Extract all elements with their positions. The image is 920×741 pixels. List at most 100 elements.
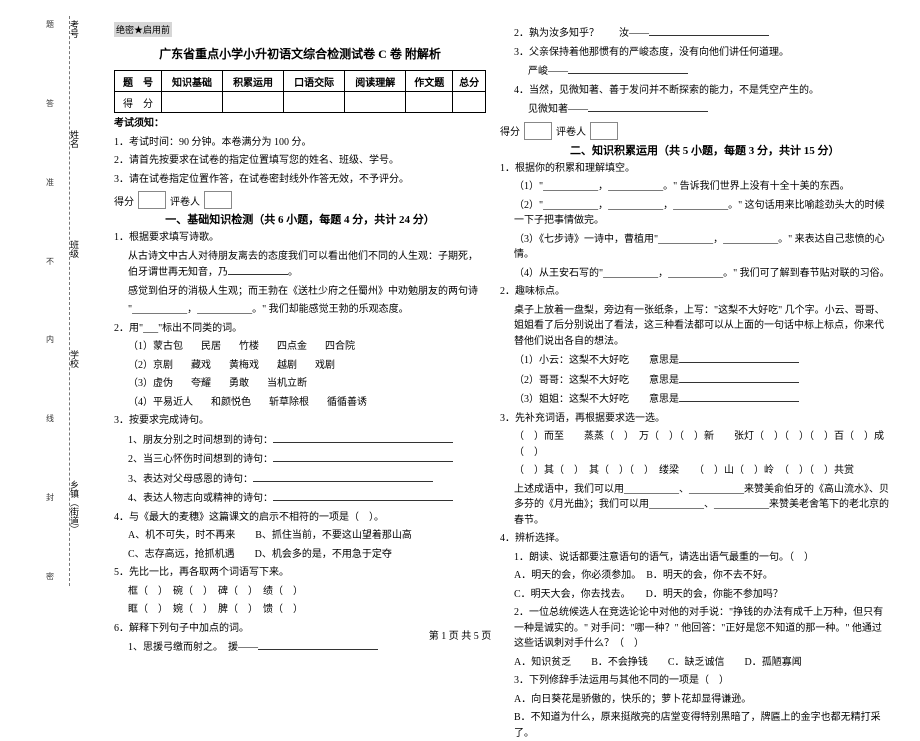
q3-row: 3、表达对父母感恩的诗句： — [114, 471, 486, 488]
instructions: 考试须知： 1．考试时间：90 分钟。本卷满分为 100 分。 2．请首先按要求… — [114, 116, 486, 187]
binding-notes: 题 答 准 不 内 线 封 密 — [32, 20, 68, 580]
q1-text: 从古诗文中古人对待朋友离去的态度我们可以看出他们不同的人生观：子期死，伯牙谓世再… — [114, 249, 486, 281]
p2q2-row: （2）哥哥：这梨不大好吃 意思是 — [500, 372, 890, 389]
field-class: 班级 — [68, 240, 81, 258]
instr-item: 1．考试时间：90 分钟。本卷满分为 100 分。 — [114, 135, 486, 151]
field-exam-id: 考号 — [68, 20, 81, 38]
blank[interactable] — [273, 490, 453, 501]
p2q4-row: A．明天的会，你必须参加。 B．明天的会，你不去不好。 — [500, 568, 890, 584]
th: 作文题 — [406, 71, 453, 92]
p2q1-row: （3）《七步诗》一诗中，曹植用"___________，___________。… — [500, 232, 890, 263]
mark-score: 得分 — [500, 123, 520, 138]
q4: 4．与《最大的麦穗》这篇课文的启示不相符的一项是（ ）。 — [114, 510, 486, 526]
mark-box[interactable] — [524, 122, 552, 140]
q4-opt: A、机不可失，时不再来 B、抓住当前，不要这山望着那山高 — [114, 528, 486, 544]
secret-tag: 绝密★启用前 — [114, 22, 172, 37]
note: 不 — [45, 257, 56, 265]
note: 题 — [45, 20, 56, 28]
th: 积累运用 — [223, 71, 284, 92]
blank[interactable] — [253, 471, 433, 482]
p2q2-row: （1）小云：这梨不大好吃 意思是 — [500, 352, 890, 369]
td[interactable] — [284, 92, 345, 113]
td[interactable] — [453, 92, 486, 113]
td[interactable] — [223, 92, 284, 113]
r-line: 4．当然，见微知著、善于发问并不断探索的能力，不是凭空产生的。 — [500, 83, 890, 99]
blank[interactable] — [588, 101, 708, 112]
mark-reviewer: 评卷人 — [170, 193, 200, 208]
score-table: 题 号 知识基础 积累运用 口语交际 阅读理解 作文题 总分 得 分 — [114, 70, 486, 113]
q2: 2．用"___"标出不同类的词。 — [114, 321, 486, 337]
instr-item: 2．请首先按要求在试卷的指定位置填写您的姓名、班级、学号。 — [114, 153, 486, 169]
page-footer: 第 1 页 共 5 页 — [0, 627, 920, 642]
blank[interactable] — [273, 432, 453, 443]
q5-row: 框（ ） 碗（ ） 碑（ ） 绩（ ） — [114, 584, 486, 600]
blank[interactable] — [679, 372, 799, 383]
td-label: 得 分 — [115, 92, 162, 113]
r-line: 3．父亲保持着他那惯有的严峻态度，没有向他们讲任何道理。 — [500, 45, 890, 61]
p2q4-row: 3．下列修辞手法运用与其他不同的一项是（ ） — [500, 673, 890, 689]
note: 线 — [45, 414, 56, 422]
part1-content: 1．根据要求填写诗歌。 从古诗文中古人对待朋友离去的态度我们可以看出他们不同的人… — [114, 230, 486, 656]
mark-row: 得分 评卷人 — [114, 191, 486, 209]
r-line: 2．孰为汝多知乎？ 汝—— — [500, 25, 890, 42]
th: 知识基础 — [161, 71, 222, 92]
paper-title: 广东省重点小学小升初语文综合检测试卷 C 卷 附解析 — [114, 45, 486, 62]
blank[interactable] — [649, 25, 769, 36]
left-column: 绝密★启用前 广东省重点小学小升初语文综合检测试卷 C 卷 附解析 题 号 知识… — [114, 22, 486, 602]
p2q1-row: （4）从王安石写的"___________，___________。" 我们可了… — [500, 266, 890, 282]
part2-title: 二、知识积累运用（共 5 小题，每题 3 分，共计 15 分） — [500, 142, 890, 158]
mark-box[interactable] — [138, 191, 166, 209]
part2-content: 1．根据你的积累和理解填空。 （1）"___________，_________… — [500, 161, 890, 741]
q1: 1．根据要求填写诗歌。 — [114, 230, 486, 246]
blank[interactable] — [273, 451, 453, 462]
field-school: 学校 — [68, 350, 81, 368]
q3-row: 4、表达人物志向或精神的诗句： — [114, 490, 486, 507]
p2q4-row: B．不知道为什么，原来挺敞亮的店堂变得特别黑暗了，牌匾上的金字也都无精打采了。 — [500, 710, 890, 741]
blank[interactable] — [228, 264, 288, 275]
note: 准 — [45, 178, 56, 186]
p2q4-row: C．明天大会，你去找去。 D．明天的会，你能不参加吗？ — [500, 587, 890, 603]
q3-row: 2、当三心怀伤时间想到的诗句： — [114, 451, 486, 468]
sidebar-fields: 考号 姓名 班级 学校 乡镇（街道） — [68, 20, 82, 580]
note: 答 — [45, 99, 56, 107]
td[interactable] — [161, 92, 222, 113]
blank[interactable] — [679, 391, 799, 402]
q1-blank: "___________，___________。" 我们却能感觉王勃的乐观态度… — [114, 302, 486, 318]
blank[interactable] — [568, 63, 688, 74]
blank[interactable] — [679, 352, 799, 363]
page: 题 答 准 不 内 线 封 密 考号 姓名 班级 学校 乡镇（街道） 绝密★启用… — [0, 0, 920, 650]
q2-row: （4）平易近人 和颜悦色 斩草除根 循循善诱 — [114, 395, 486, 411]
q2-row: （3）虚伪 夸耀 勇敢 当机立断 — [114, 376, 486, 392]
p2q4-row: A．向日葵花是骄傲的，快乐的；萝卜花却显得谦逊。 — [500, 692, 890, 708]
p2q2-row: （3）姐姐：这梨不大好吃 意思是 — [500, 391, 890, 408]
p2q1: 1．根据你的积累和理解填空。 — [500, 161, 890, 177]
p2q3-row: （ ）其（ ） 其（ ）（ ） 缕梁 （ ）山（ ）岭 （ ）（ ）共赏 — [500, 463, 890, 479]
part1-title: 一、基础知识检测（共 6 小题，每题 4 分，共计 24 分） — [114, 211, 486, 227]
r-line: 严峻—— — [500, 63, 890, 80]
p2q4: 4．辨析选择。 — [500, 531, 890, 547]
p2q3-b: 上述成语中，我们可以用___________、___________来赞美俞伯牙… — [500, 482, 890, 529]
field-name: 姓名 — [68, 130, 81, 148]
mark-box[interactable] — [590, 122, 618, 140]
p2q2: 2．趣味标点。 — [500, 284, 890, 300]
note: 内 — [45, 335, 56, 343]
p2q1-row: （1）"___________，___________。" 告诉我们世界上没有十… — [500, 179, 890, 195]
r-line: 见微知著—— — [500, 101, 890, 118]
p2q3: 3．先补充词语，再根据要求选一选。 — [500, 411, 890, 427]
mark-box[interactable] — [204, 191, 232, 209]
q2-row: （1）蒙古包 民居 竹楼 四点金 四合院 — [114, 339, 486, 355]
instr-item: 3．请在试卷指定位置作答，在试卷密封线外作答无效，不予评分。 — [114, 172, 486, 188]
td[interactable] — [345, 92, 406, 113]
instr-heading: 考试须知： — [114, 116, 486, 132]
q3-row: 1、朋友分别之时间想到的诗句： — [114, 432, 486, 449]
th: 题 号 — [115, 71, 162, 92]
mark-reviewer: 评卷人 — [556, 123, 586, 138]
td[interactable] — [406, 92, 453, 113]
p2q3-row: （ ）而至 蒸蒸（ ） 万（ ）（ ）新 张灯（ ）（ ）（ ）百（ ）成（ ） — [500, 429, 890, 460]
p2q1-row: （2）"___________，___________，___________。… — [500, 198, 890, 229]
th: 阅读理解 — [345, 71, 406, 92]
mark-score: 得分 — [114, 193, 134, 208]
note: 密 — [45, 572, 56, 580]
q5: 5．先比一比，再各取两个词语写下来。 — [114, 565, 486, 581]
p2q4-row: 1．朗读、说话都要注意语句的语气，请选出语气最重的一句。（ ） — [500, 550, 890, 566]
